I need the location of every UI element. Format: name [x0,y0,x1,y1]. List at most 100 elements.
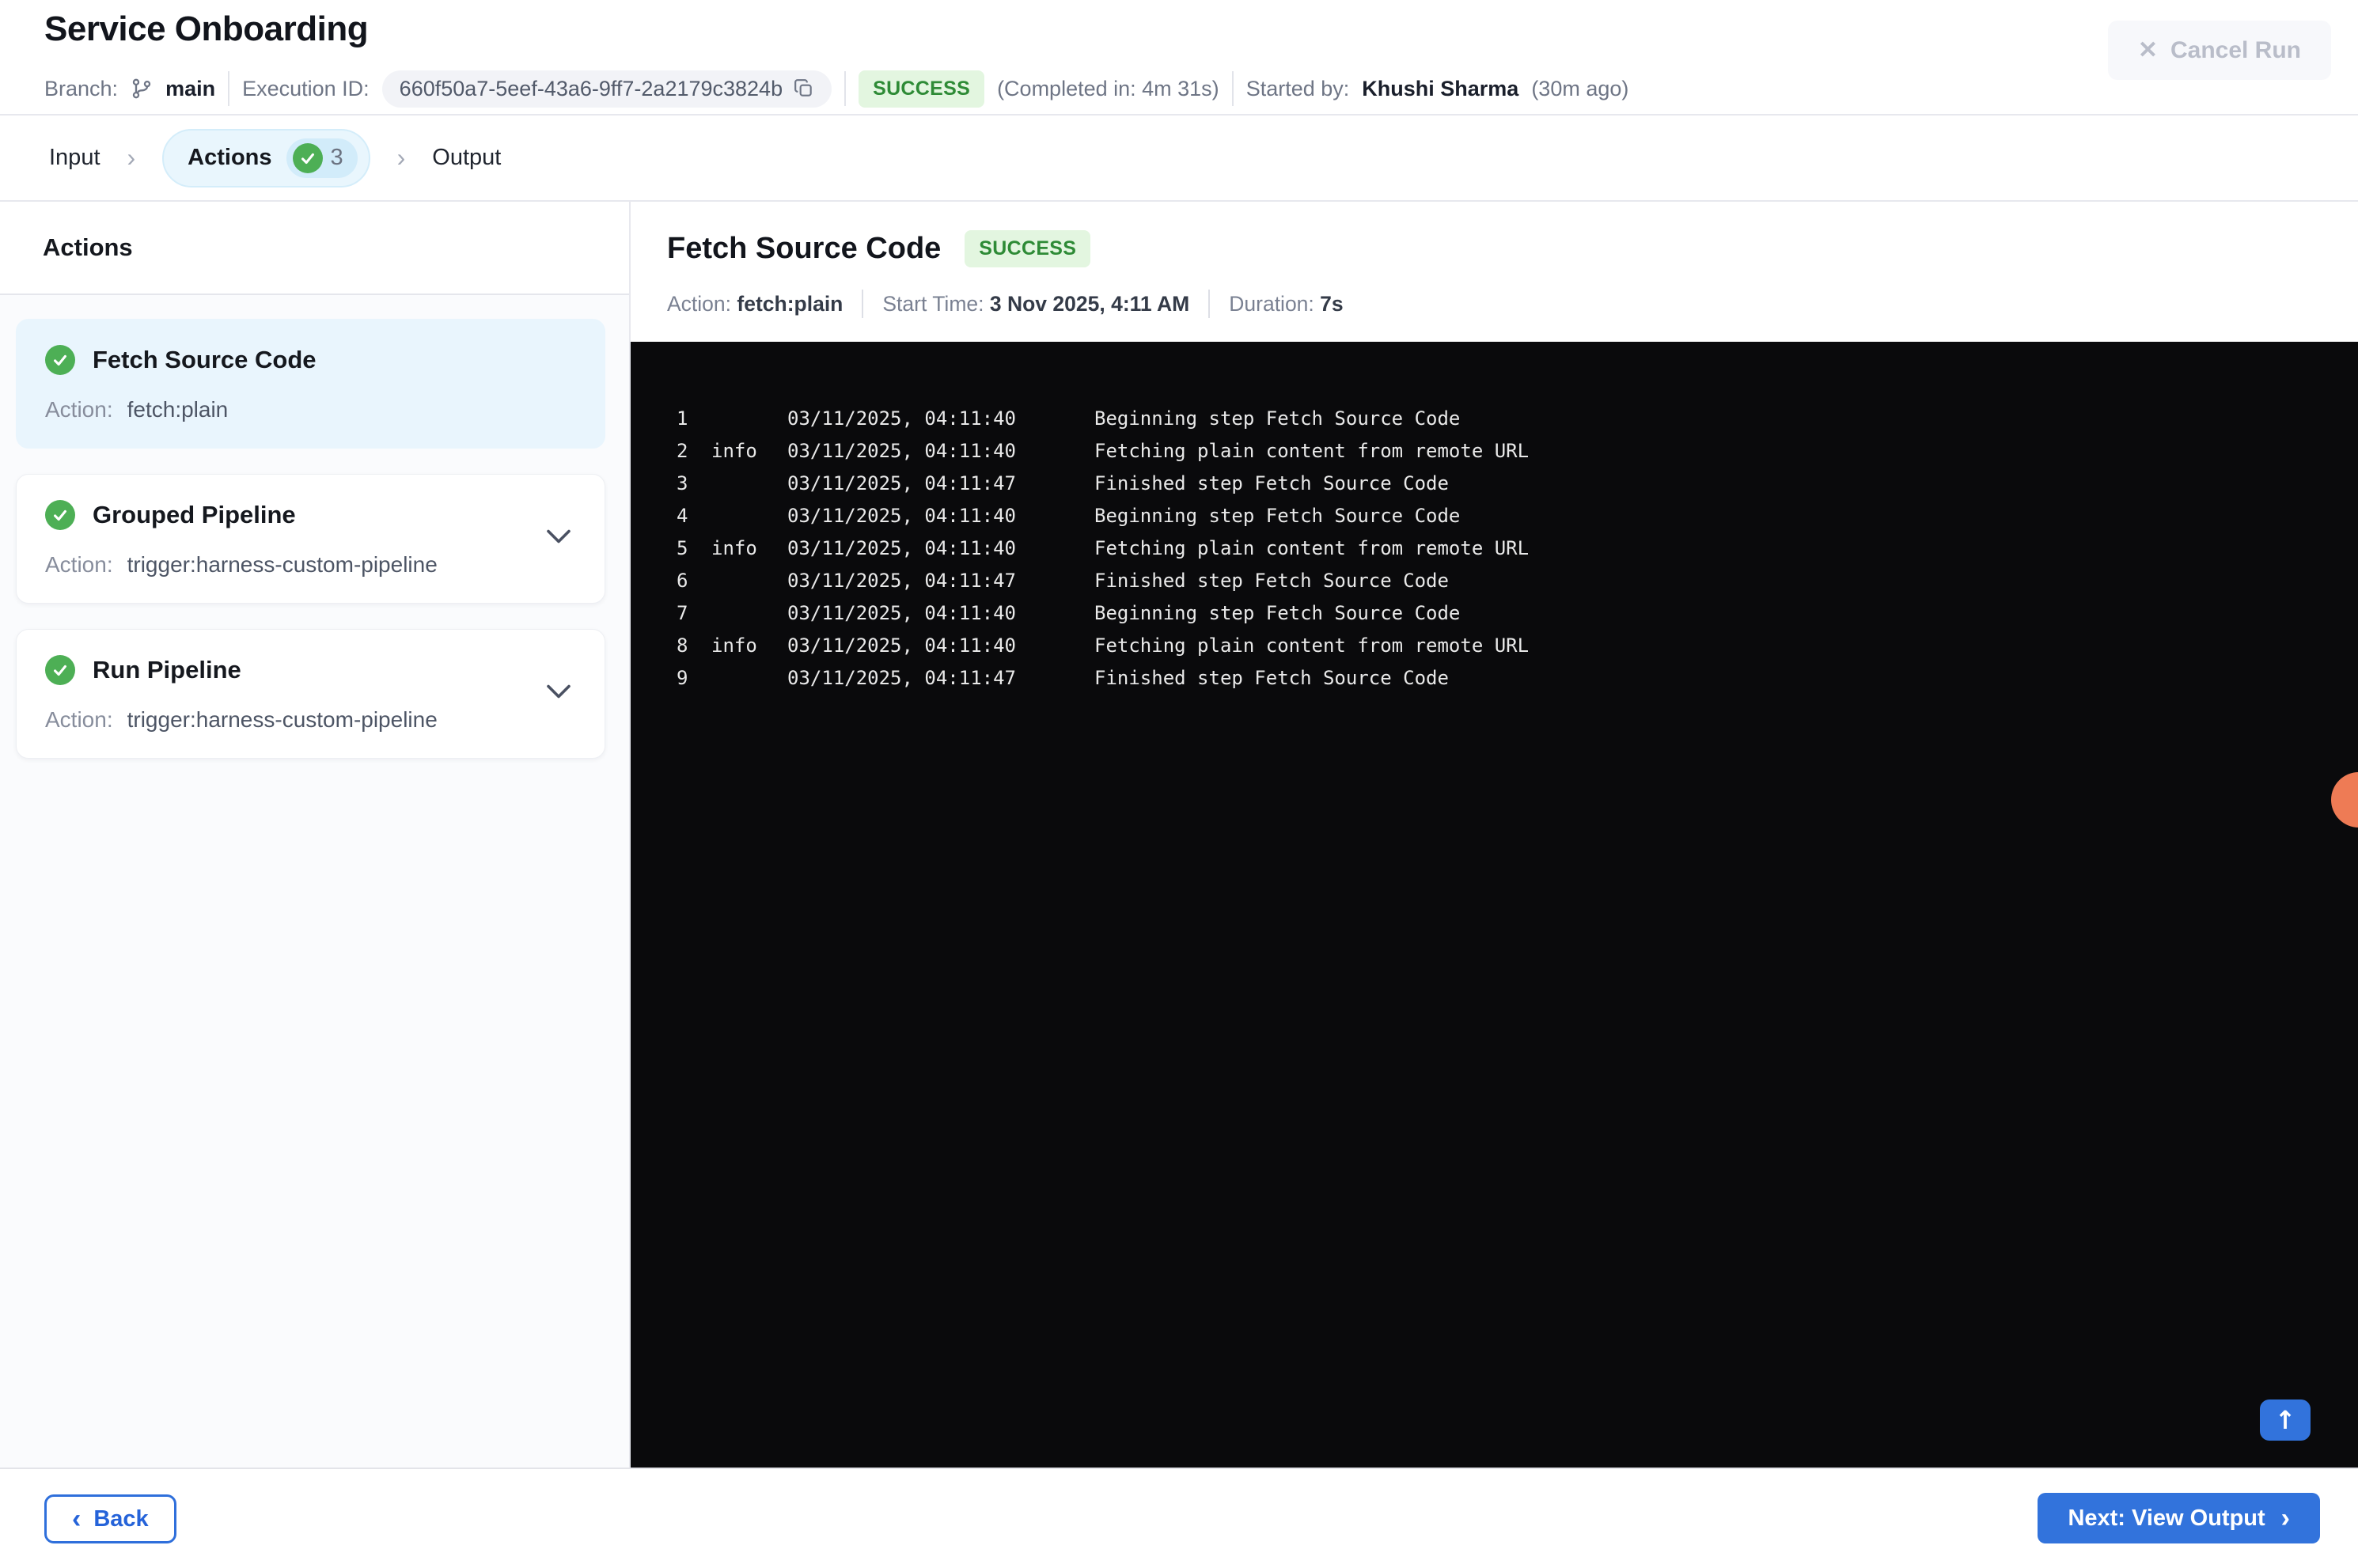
chevron-right-icon: › [127,143,136,172]
meta-start-label: Start Time: [882,291,984,316]
divider [228,71,230,106]
action-card-title: Run Pipeline [93,656,241,684]
log-level: info [711,536,757,559]
back-button[interactable]: ‹ Back [44,1494,176,1543]
execution-id-label: Execution ID: [242,76,370,100]
action-label: Action: [45,397,113,422]
log-line-number: 6 [677,569,688,592]
chevron-left-icon: ‹ [72,1504,82,1534]
page: Service Onboarding Branch: main Executio… [0,0,2358,1568]
log-line: 9 03/11/2025, 04:11:47 Finished step Fet… [631,661,2358,694]
divider [1231,71,1234,106]
execution-id-pill: 660f50a7-5eef-43a6-9ff7-2a2179c3824b [381,70,832,108]
cancel-run-label: Cancel Run [2170,36,2301,63]
next-view-output-button[interactable]: Next: View Output › [2038,1493,2320,1543]
log-line-number: 1 [677,407,688,430]
log-line: 5 info 03/11/2025, 04:11:40 Fetching pla… [631,532,2358,564]
log-line: 1 03/11/2025, 04:11:40 Beginning step Fe… [631,402,2358,434]
log-line: 6 03/11/2025, 04:11:47 Finished step Fet… [631,564,2358,597]
log-timestamp: 03/11/2025, 04:11:40 [787,601,1016,624]
log-timestamp: 03/11/2025, 04:11:47 [787,472,1016,494]
divider [862,290,864,318]
log-timestamp: 03/11/2025, 04:11:40 [787,439,1016,462]
log-line-number: 3 [677,472,688,494]
started-ago-text: (30m ago) [1531,76,1629,100]
tab-input[interactable]: Input [49,145,100,171]
execution-id-value: 660f50a7-5eef-43a6-9ff7-2a2179c3824b [399,76,783,100]
log-message: Fetching plain content from remote URL [1094,536,1530,559]
log-message: Fetching plain content from remote URL [1094,439,1530,462]
log-line-number: 2 [677,439,688,462]
meta-duration-label: Duration: [1229,291,1314,316]
tab-actions-label: Actions [188,145,272,170]
chevron-down-icon[interactable] [546,529,571,549]
step-tabbar: Input › Actions 3 › Output [0,114,2358,202]
sidebar-title: Actions [43,233,133,261]
action-card[interactable]: Run Pipeline Action: trigger:harness-cus… [16,629,605,759]
tab-output[interactable]: Output [432,145,501,171]
log-line-number: 5 [677,536,688,559]
log-timestamp: 03/11/2025, 04:11:47 [787,569,1016,592]
step-status-badge: SUCCESS [965,230,1091,267]
back-button-label: Back [93,1506,149,1532]
log-message: Beginning step Fetch Source Code [1094,504,1461,527]
log-message: Finished step Fetch Source Code [1094,472,1449,494]
step-detail-header: Fetch Source Code SUCCESS Action: fetch:… [631,202,2358,342]
log-line-number: 9 [677,666,688,689]
started-by-label: Started by: [1245,76,1350,100]
branch-label: Branch: [44,76,119,100]
page-title: Service Onboarding [44,9,369,48]
tab-actions[interactable]: Actions 3 [162,128,370,187]
log-level: info [711,634,757,657]
log-lines: 1 03/11/2025, 04:11:40 Beginning step Fe… [631,402,2358,694]
step-title: Fetch Source Code [667,232,942,265]
meta-action-label: Action: [667,291,732,316]
action-card[interactable]: Fetch Source Code Action: fetch:plain [16,319,605,449]
log-message: Beginning step Fetch Source Code [1094,601,1461,624]
step-meta: Action: fetch:plain Start Time: 3 Nov 20… [667,290,2322,342]
action-value: fetch:plain [127,397,229,422]
scroll-to-top-button[interactable]: ↑ [2260,1399,2311,1441]
action-list: Fetch Source Code Action: fetch:plain Gr… [0,295,629,1468]
run-status-badge: SUCCESS [859,70,985,108]
arrow-up-icon: ↑ [2274,1405,2296,1435]
meta-action-value: fetch:plain [737,291,843,316]
meta-start-value: 3 Nov 2025, 4:11 AM [989,291,1190,316]
chevron-right-icon: › [2280,1503,2290,1533]
actions-sidebar: Actions Fetch Source Code Action: fetch:… [0,202,631,1468]
header: Service Onboarding Branch: main Executio… [0,0,2358,114]
copy-icon[interactable] [794,78,814,99]
log-timestamp: 03/11/2025, 04:11:40 [787,634,1016,657]
actions-count-badge: 3 [286,138,358,178]
divider [844,71,847,106]
sidebar-header: Actions [0,202,629,295]
run-metadata-bar: Branch: main Execution ID: 660f50a7-5eef… [44,70,1628,108]
log-message: Finished step Fetch Source Code [1094,569,1449,592]
next-button-label: Next: View Output [2068,1505,2265,1531]
log-message: Beginning step Fetch Source Code [1094,407,1461,430]
branch-name: main [165,76,216,100]
log-message: Fetching plain content from remote URL [1094,634,1530,657]
action-value: trigger:harness-custom-pipeline [127,707,438,732]
content: Actions Fetch Source Code Action: fetch:… [0,202,2358,1468]
action-card[interactable]: Grouped Pipeline Action: trigger:harness… [16,474,605,604]
log-line: 8 info 03/11/2025, 04:11:40 Fetching pla… [631,629,2358,661]
log-level: info [711,439,757,462]
git-branch-icon [131,77,153,100]
log-line-number: 7 [677,601,688,624]
log-timestamp: 03/11/2025, 04:11:40 [787,536,1016,559]
log-line: 7 03/11/2025, 04:11:40 Beginning step Fe… [631,597,2358,629]
log-line: 4 03/11/2025, 04:11:40 Beginning step Fe… [631,499,2358,532]
log-timestamp: 03/11/2025, 04:11:40 [787,504,1016,527]
started-by-name: Khushi Sharma [1362,76,1519,100]
cancel-run-button[interactable]: ✕ Cancel Run [2107,21,2331,80]
log-console[interactable]: 1 03/11/2025, 04:11:40 Beginning step Fe… [631,342,2358,1468]
log-timestamp: 03/11/2025, 04:11:47 [787,666,1016,689]
action-card-title: Fetch Source Code [93,346,317,373]
chevron-down-icon[interactable] [546,684,571,704]
completed-in-text: (Completed in: 4m 31s) [997,76,1219,100]
action-value: trigger:harness-custom-pipeline [127,552,438,577]
check-circle-icon [45,655,75,685]
check-circle-icon [45,500,75,530]
divider [1208,290,1211,318]
